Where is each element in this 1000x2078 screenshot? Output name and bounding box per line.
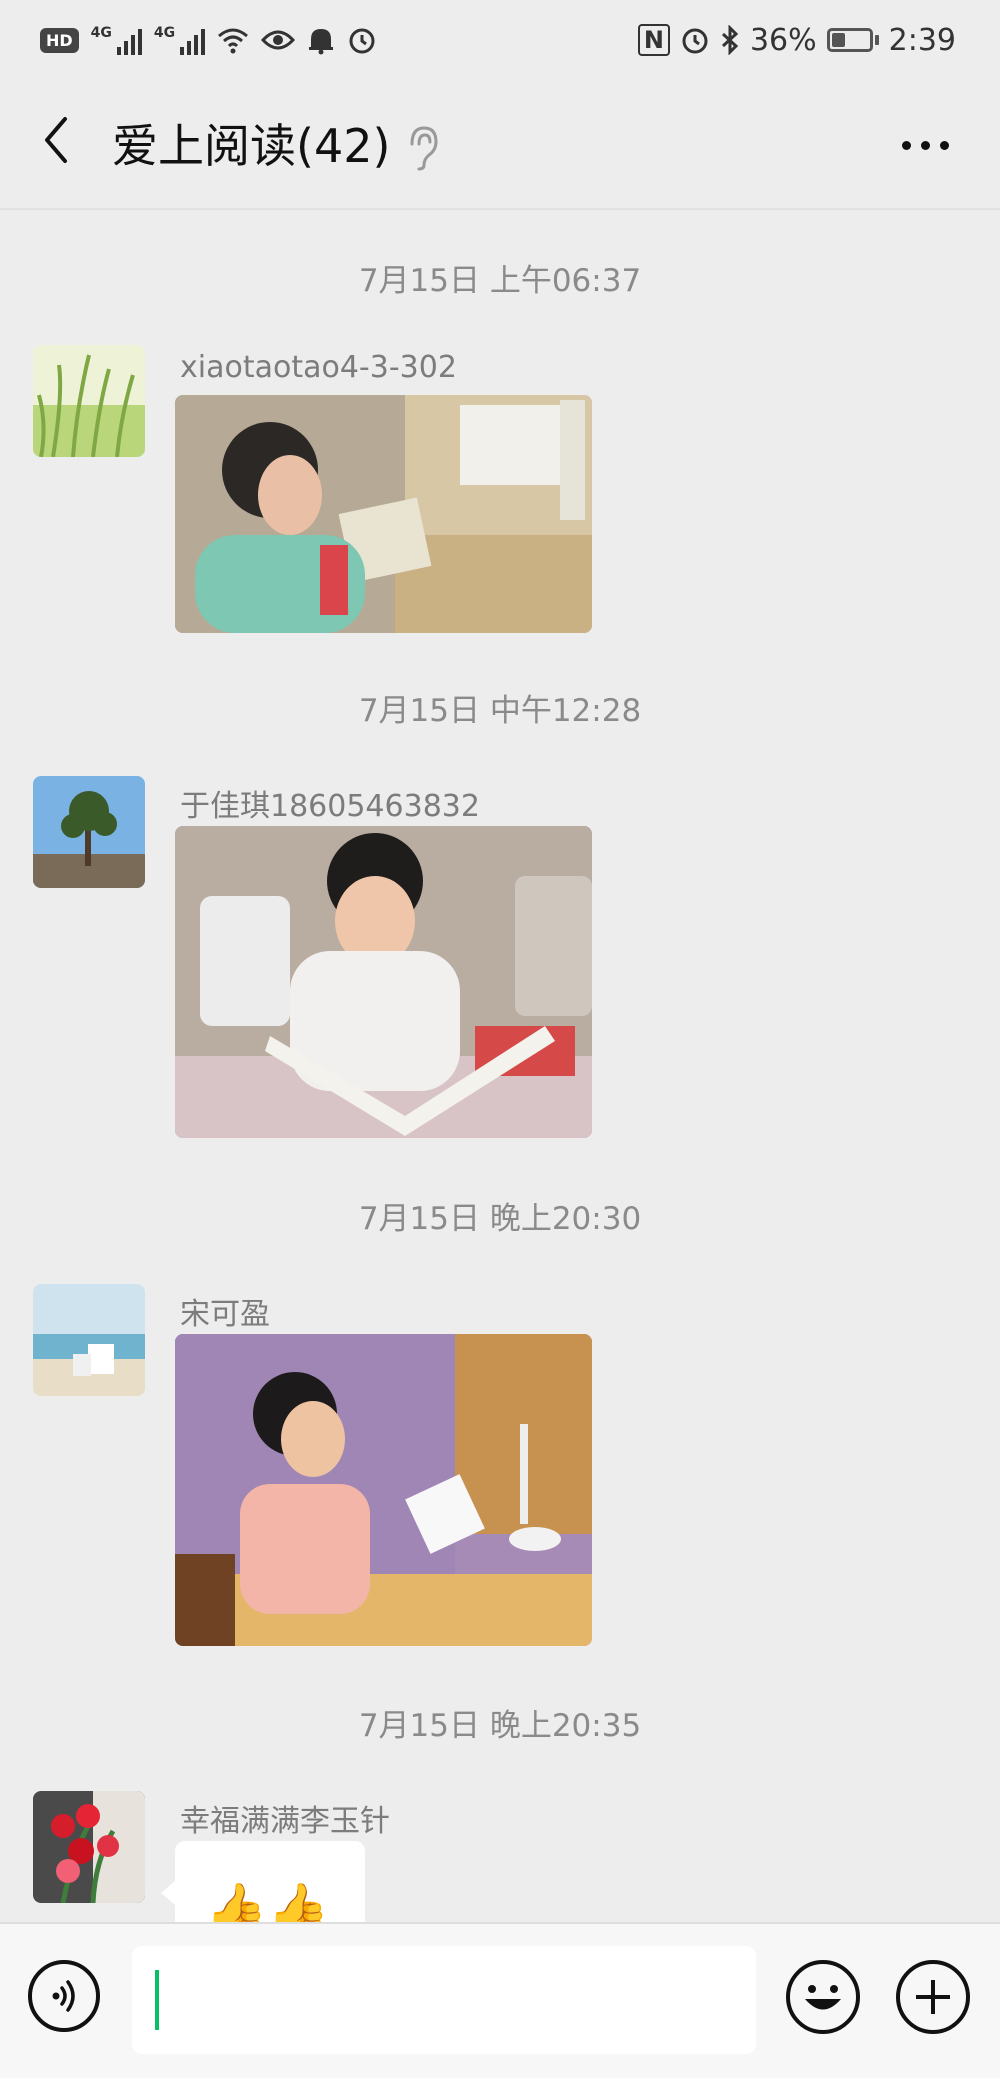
battery-icon: [826, 28, 879, 52]
message-timestamp: 7月15日 晚上20:35: [358, 1708, 642, 1744]
thumbs-up-emoji: 👍👍: [205, 1880, 330, 1922]
clock: 2:39: [888, 22, 956, 58]
sender-name: 幸福满满李玉针: [180, 1804, 390, 1839]
chat-screen: HD 4G 4G N 36% 2:39 爱上阅读(42) 7月15日 上午06:…: [0, 0, 1000, 2078]
voice-button[interactable]: [28, 1960, 100, 2032]
message-timestamp: 7月15日 上午06:37: [358, 263, 642, 299]
status-bar: HD 4G 4G N 36% 2:39: [0, 0, 1000, 80]
emoji-icon: [805, 1985, 841, 2010]
message-list[interactable]: 7月15日 上午06:37 xiaotaotao4-3-302 7月15日 中午…: [0, 210, 1000, 1922]
avatar[interactable]: [33, 1791, 145, 1903]
message-image[interactable]: [175, 826, 592, 1138]
message-bubble[interactable]: 👍👍: [161, 1841, 365, 1922]
sender-name: xiaotaotao4-3-302: [180, 350, 457, 385]
wifi-icon: [218, 28, 249, 54]
chevron-left-icon: [45, 117, 67, 163]
ear-icon: [410, 126, 438, 171]
sender-name: 于佳琪18605463832: [180, 789, 480, 824]
more-dots-icon: [901, 140, 911, 150]
text-cursor: [155, 1970, 159, 2030]
bluetooth-icon: [721, 25, 739, 55]
voice-icon: [52, 1980, 75, 2012]
chat-title: 爱上阅读(42): [112, 119, 391, 173]
message-image[interactable]: [175, 395, 592, 633]
signal-icon-2: 4G: [154, 25, 206, 55]
emoji-button[interactable]: [786, 1960, 860, 2034]
message-input[interactable]: [132, 1946, 756, 2054]
alarm-icon: [349, 28, 375, 54]
more-button[interactable]: [890, 120, 960, 170]
signal-icon: 4G: [91, 25, 142, 55]
hd-badge: HD: [40, 27, 79, 53]
bell-icon: [309, 29, 334, 55]
avatar[interactable]: [33, 345, 145, 457]
message-timestamp: 7月15日 晚上20:30: [358, 1201, 642, 1237]
avatar[interactable]: [33, 776, 145, 888]
sender-name: 宋可盈: [180, 1297, 270, 1332]
avatar[interactable]: [33, 1284, 145, 1396]
back-button[interactable]: [28, 110, 84, 170]
nfc-icon: N: [637, 24, 670, 56]
message-timestamp: 7月15日 中午12:28: [358, 693, 642, 729]
plus-button[interactable]: [896, 1960, 970, 2034]
message-image[interactable]: [175, 1334, 592, 1646]
eye-icon: [261, 30, 296, 50]
alarm-clock-icon: [682, 28, 708, 54]
input-bar: [0, 1922, 1000, 2078]
battery-percent: 36%: [749, 22, 817, 58]
chat-header: 爱上阅读(42): [0, 80, 1000, 210]
